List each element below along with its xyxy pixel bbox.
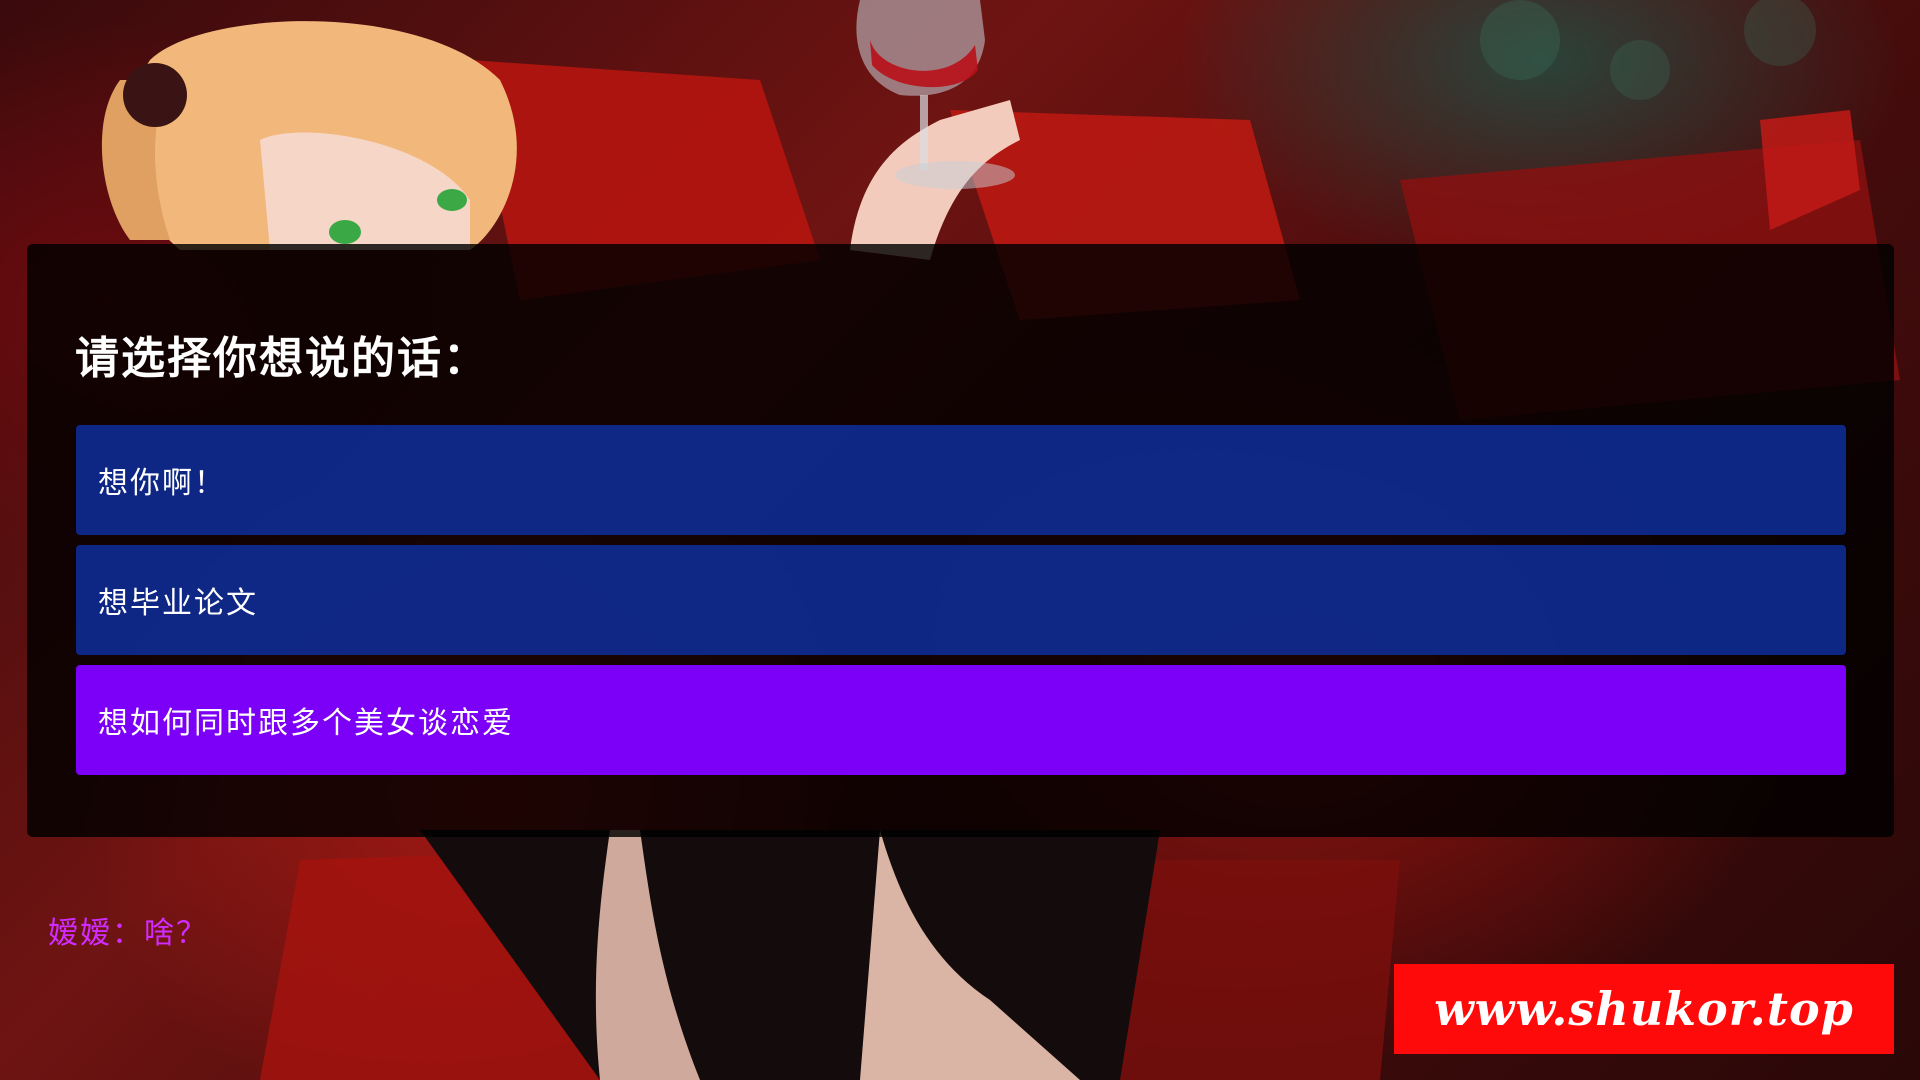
choice-option-3[interactable]: 想如何同时跟多个美女谈恋爱 (76, 665, 1846, 775)
dialogue-line: 嫒嫒：啥？ (48, 908, 208, 952)
choice-option-label: 想毕业论文 (98, 586, 258, 621)
speaker-separator: ： (112, 916, 144, 951)
choice-menu-panel: 请选择你想说的话： 想你啊！ 想毕业论文 想如何同时跟多个美女谈恋爱 (27, 244, 1894, 837)
speaker-name: 嫒嫒 (48, 916, 112, 951)
choice-option-2[interactable]: 想毕业论文 (76, 545, 1846, 655)
game-scene[interactable]: 请选择你想说的话： 想你啊！ 想毕业论文 想如何同时跟多个美女谈恋爱 嫒嫒：啥？… (0, 0, 1920, 1080)
watermark-text: www.shukor.top (1434, 982, 1854, 1036)
choice-option-label: 想如何同时跟多个美女谈恋爱 (98, 706, 514, 741)
watermark-banner: www.shukor.top (1394, 964, 1894, 1054)
choice-option-label: 想你啊！ (98, 466, 226, 501)
choice-option-1[interactable]: 想你啊！ (76, 425, 1846, 535)
choice-prompt: 请选择你想说的话： (75, 333, 489, 384)
dialogue-text: 啥？ (144, 916, 208, 951)
